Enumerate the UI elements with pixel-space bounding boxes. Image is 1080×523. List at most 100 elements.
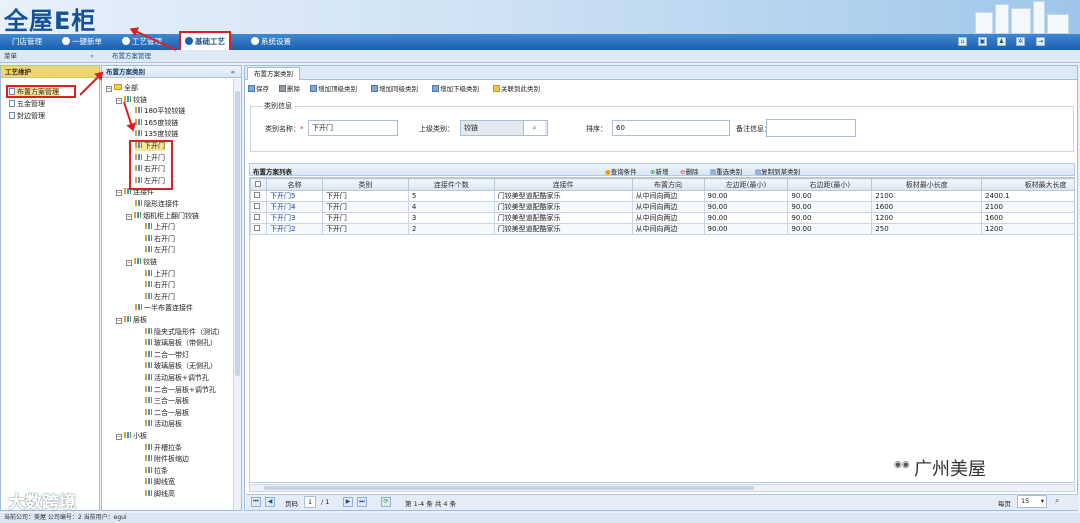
gear-icon[interactable]: ✲ [1016, 37, 1025, 46]
tree-node[interactable]: 玻璃层板（带侧孔） [145, 338, 217, 348]
column-header[interactable]: 布置方向 [631, 178, 705, 191]
tree-node[interactable]: − 铰链 [126, 257, 157, 267]
page-input[interactable]: 1 [304, 496, 316, 508]
row-checkbox[interactable] [250, 190, 267, 202]
query-button[interactable]: ●查询条件 [605, 166, 637, 176]
tree-node[interactable]: 三合一层板 [145, 396, 189, 406]
row-checkbox[interactable] [250, 212, 267, 224]
column-header[interactable]: 板材最大长度 [981, 178, 1074, 191]
collapse-tree-button[interactable]: « [231, 66, 235, 78]
category-icon [145, 234, 152, 241]
tree-node[interactable]: 上开门 [145, 222, 175, 232]
tree-node[interactable]: 二合一层板+调节孔 [145, 385, 216, 395]
add-button[interactable]: ⊕新增 [650, 166, 668, 176]
last-page-button[interactable]: ⏭ [357, 497, 367, 507]
tree-node[interactable]: 右开门 [145, 234, 175, 244]
home-icon[interactable]: ⌂ [958, 37, 967, 46]
tree-node[interactable]: 隐形连接件 [135, 199, 179, 209]
parent-input[interactable]: 铰链 ⌕ [460, 120, 548, 136]
expand-toggle-icon[interactable]: − [116, 434, 122, 440]
table-row[interactable]: 下开门3 下开门 3 门铰美型道配酷家乐 从中间向两边 90.00 90.00 1200 160… [250, 212, 1074, 224]
expand-toggle-icon[interactable]: − [126, 260, 132, 266]
column-header[interactable]: 名称 [265, 178, 323, 191]
row-name-link[interactable]: 下开门3 [265, 212, 323, 224]
tree-node[interactable]: 玻璃层板（无侧孔） [145, 361, 217, 371]
expand-toggle-icon[interactable]: − [116, 97, 122, 104]
table-row[interactable]: 下开门2 下开门 2 门铰美型道配酷家乐 从中间向两边 90.00 90.00 250 1200 [250, 223, 1074, 235]
nav-item-quick-order[interactable]: 一键新单 [62, 34, 102, 50]
tree-node[interactable]: 上开门 [145, 269, 175, 279]
name-input[interactable]: 下开门 [308, 120, 398, 136]
tree-node[interactable]: 左开门 [145, 245, 175, 255]
nav-item-store[interactable]: 门店管理 [12, 34, 42, 50]
tree-node[interactable]: 一半布置连接件 [135, 303, 193, 313]
tree-node[interactable]: 二合一层板 [145, 408, 189, 418]
next-page-button[interactable]: ▶ [343, 497, 353, 507]
delete-button[interactable]: 删除 [279, 83, 300, 93]
nav-item-settings[interactable]: 系统设置 [251, 34, 291, 50]
row-checkbox[interactable] [250, 223, 267, 235]
row-name-link[interactable]: 下开门4 [265, 201, 323, 213]
tree-node[interactable]: 165度铰链 [135, 118, 178, 128]
tree-node[interactable]: 附件板缩边 [145, 454, 189, 464]
delete-row-button[interactable]: ⊖删除 [680, 166, 698, 176]
tree-node[interactable]: 脚线高 [145, 489, 175, 499]
column-header[interactable]: 连接件个数 [407, 178, 495, 191]
collapse-menu-button[interactable]: « [90, 50, 94, 63]
tree-node[interactable]: 开槽拉条 [145, 443, 182, 453]
order-input[interactable]: 60 [612, 120, 730, 136]
tree-node[interactable]: 135度铰链 [135, 129, 178, 139]
prev-page-button[interactable]: ◀ [265, 497, 275, 507]
save-button[interactable]: 保存 [248, 83, 269, 93]
row-name-link[interactable]: 下开门5 [265, 190, 323, 202]
menu-item-hardware[interactable]: 五金管理 [9, 99, 45, 109]
user-icon[interactable]: ♟ [997, 37, 1006, 46]
tree-node[interactable]: 180平铰铰链 [135, 106, 185, 116]
tree-node[interactable]: 二合一带灯 [145, 350, 189, 360]
first-page-button[interactable]: ⏮ [251, 497, 261, 507]
table-row[interactable]: 下开门4 下开门 4 门铰美型道配酷家乐 从中间向两边 90.00 90.00 1600 210… [250, 201, 1074, 213]
table-row[interactable]: 下开门5 下开门 5 门铰美型道配酷家乐 从中间向两边 90.00 90.00 2100 240… [250, 190, 1074, 202]
tree-node[interactable]: − 小板 [116, 431, 147, 441]
logout-icon[interactable]: ⇥ [1036, 37, 1045, 46]
expand-toggle-icon[interactable]: − [116, 318, 122, 324]
note-input[interactable] [766, 119, 856, 137]
link-category-button[interactable]: 关联到此类别 [493, 83, 540, 93]
reselect-category-button[interactable]: ▤重选类别 [710, 166, 742, 176]
row-checkbox[interactable] [250, 201, 267, 213]
row-name-link[interactable]: 下开门2 [265, 223, 323, 235]
table-h-scrollbar[interactable] [249, 484, 1075, 492]
expand-toggle-icon[interactable]: − [116, 190, 122, 197]
column-header[interactable]: 右边距(最小) [787, 178, 873, 191]
search-icon[interactable]: ⌕ [1055, 496, 1059, 506]
tree-node[interactable]: − 层板 [116, 315, 147, 325]
tree-node[interactable]: − 全部 [106, 83, 138, 93]
column-header[interactable]: 左边距(最小) [703, 178, 789, 191]
tree-node[interactable]: 活动层板 [145, 419, 182, 429]
tree-node[interactable]: 脚线宽 [145, 477, 175, 487]
tree-scrollbar[interactable] [233, 79, 241, 510]
column-header[interactable]: 类别 [321, 178, 409, 191]
save-icon[interactable]: ▣ [978, 37, 987, 46]
tree-node[interactable]: 左开门 [145, 292, 175, 302]
add-child-category-button[interactable]: 增加下级类别 [432, 83, 479, 93]
tab-layout-category[interactable]: 布置方案类别 [247, 67, 300, 80]
tree-node[interactable]: 隐夹式隐形件（测试） [145, 327, 224, 337]
menu-item-edge[interactable]: 封边管理 [9, 111, 45, 121]
refresh-icon[interactable]: ⟳ [381, 497, 391, 507]
expand-toggle-icon[interactable]: − [106, 86, 112, 92]
tree-node[interactable]: − 铰链 [116, 95, 147, 105]
copy-to-category-button[interactable]: ▤复制到某类别 [755, 166, 800, 176]
add-top-category-button[interactable]: 增加顶级类别 [310, 83, 357, 93]
tree-node[interactable]: − 烟机柜上翻门铰链 [126, 211, 199, 221]
per-page-select[interactable]: 15 ▾ [1017, 495, 1047, 508]
add-sibling-category-button[interactable]: 增加同级类别 [371, 83, 418, 93]
search-icon[interactable]: ⌕ [523, 121, 545, 135]
tree-node[interactable]: 拉条 [145, 466, 168, 476]
tree-node[interactable]: 活动层板+调节孔 [145, 373, 209, 383]
expand-toggle-icon[interactable]: − [126, 213, 132, 220]
column-header[interactable]: 连接件 [493, 178, 633, 191]
select-all-checkbox[interactable] [250, 178, 267, 191]
column-header[interactable]: 板材最小长度 [871, 178, 983, 191]
tree-node[interactable]: 右开门 [145, 280, 175, 290]
